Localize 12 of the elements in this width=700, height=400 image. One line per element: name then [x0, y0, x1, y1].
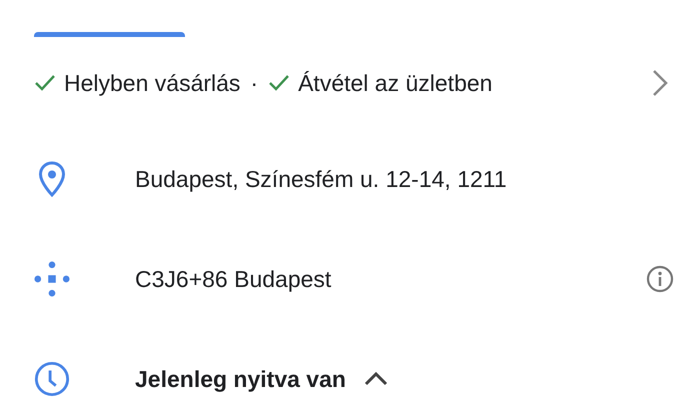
plus-code-icon	[34, 260, 70, 298]
location-pin-icon	[38, 161, 66, 197]
separator-dot: ·	[250, 70, 258, 96]
info-icon[interactable]	[646, 265, 674, 293]
feature-label: Átvétel az üzletben	[298, 70, 492, 96]
caret-up-icon[interactable]	[364, 372, 388, 386]
plus-code-text: C3J6+86 Budapest	[135, 266, 332, 292]
feature-label: Helyben vásárlás	[64, 70, 240, 96]
address-text: Budapest, Színesfém u. 12-14, 1211	[135, 166, 508, 192]
clock-icon	[34, 360, 70, 398]
open-status-text[interactable]: Jelenleg nyitva van	[135, 366, 346, 392]
chevron-right-icon[interactable]	[652, 69, 668, 97]
